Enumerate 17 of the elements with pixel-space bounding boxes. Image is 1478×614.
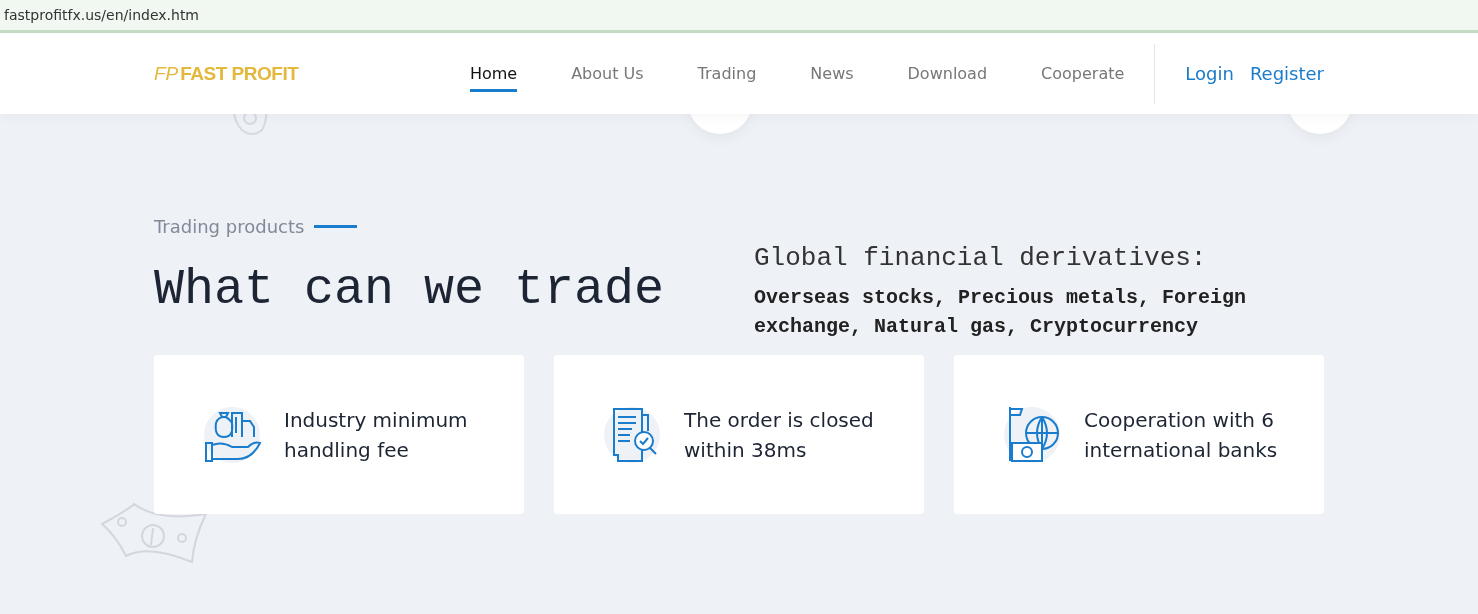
register-link[interactable]: Register	[1249, 63, 1324, 84]
nav-link[interactable]: News	[810, 55, 854, 92]
section-subtitle: Global financial derivatives:	[754, 243, 1208, 273]
nav-link[interactable]: About Us	[571, 55, 644, 92]
nav-link[interactable]: Cooperate	[1041, 55, 1125, 92]
nav-link[interactable]: Home	[469, 55, 518, 92]
address-url[interactable]: fastprofitfx.us/en/index.htm	[4, 7, 199, 23]
nav-link[interactable]: Trading	[697, 55, 757, 92]
section-description: Overseas stocks, Precious metals, Foreign exchange, Natural gas, Cryptocurrency	[754, 285, 1248, 340]
section-title: What can we trade	[154, 261, 666, 320]
feature-text: Industry minimum handling fee	[284, 406, 469, 464]
section-eyebrow: Trading products	[154, 216, 305, 237]
feature-text: Cooperation with 6 international banks	[1084, 406, 1279, 464]
nav-link[interactable]: Download	[907, 55, 988, 92]
login-link[interactable]: Login	[1185, 63, 1234, 84]
feature-text: The order is closed within 38ms	[684, 406, 875, 464]
banknote-icon	[98, 500, 210, 566]
